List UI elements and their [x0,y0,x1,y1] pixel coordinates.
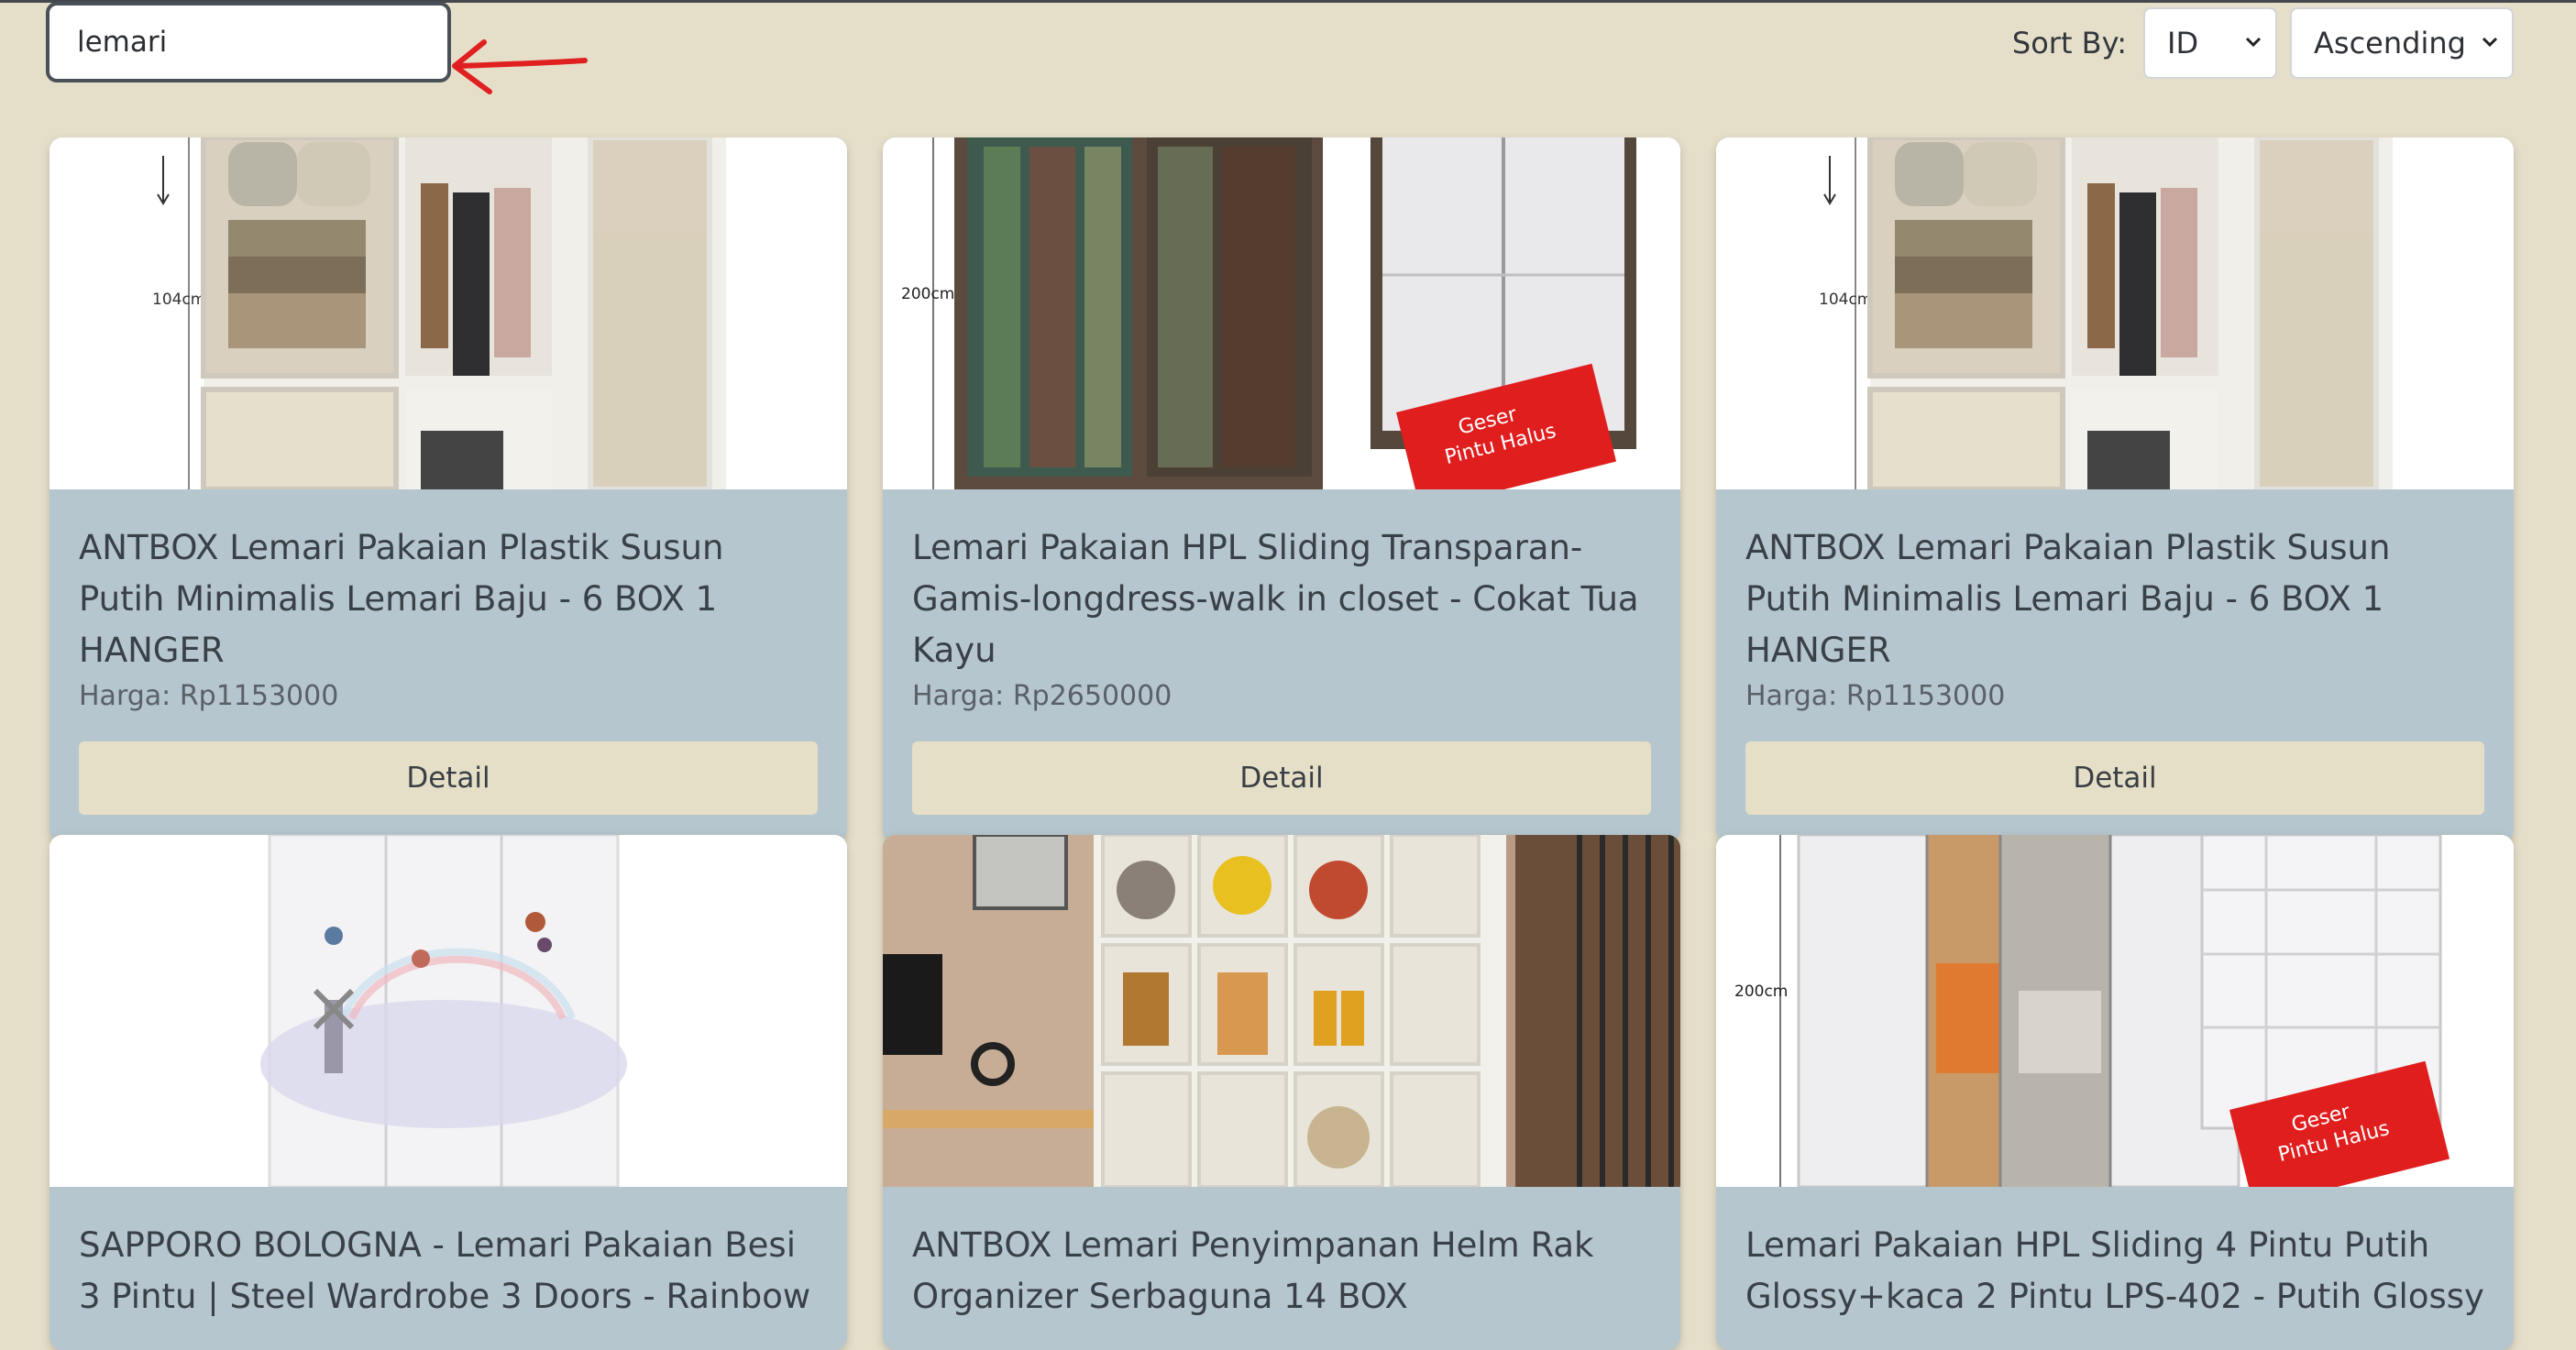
dimension-label: 200cm [1734,982,1788,1001]
product-title: Lemari Pakaian HPL Sliding Transparan-Ga… [912,528,1639,670]
annotation-arrow-icon [452,39,588,94]
dimension-label: 104cm [152,291,205,309]
sort-field-select[interactable]: ID [2143,7,2277,79]
product-image[interactable]: 104cm [50,137,847,489]
product-image[interactable]: 200cm Geser Pintu Halus [883,137,1680,489]
product-price: Harga: Rp1153000 [1745,680,2006,712]
product-image[interactable] [883,835,1680,1187]
product-card: SAPPORO BOLOGNA - Lemari Pakaian Besi 3 … [50,835,847,1350]
product-card: 200cm Geser Pintu Halus Lemari Pakaian H… [883,137,1680,842]
product-price: Harga: Rp2650000 [912,680,1172,712]
card-body: SAPPORO BOLOGNA - Lemari Pakaian Besi 3 … [50,1187,847,1350]
sort-order-value: Ascending [2314,26,2466,60]
detail-button[interactable]: Detail [912,741,1651,815]
search-container [46,2,451,82]
product-card: 104cm ANTBOX Lemari Pakaian Plastik Susu… [1716,137,2514,842]
product-image[interactable] [50,835,847,1187]
product-image[interactable]: 200cm Geser Pintu Halus [1716,835,2514,1187]
product-title: ANTBOX Lemari Pakaian Plastik Susun Puti… [1745,528,2391,670]
product-card: 104cm ANTBOX Lemari Pakaian Plastik Susu… [50,137,847,842]
product-card: 200cm Geser Pintu Halus Lemari Pakaian H… [1716,835,2514,1350]
dimension-label: 104cm [1819,291,1872,309]
product-card: ANTBOX Lemari Penyimpanan Helm Rak Organ… [883,835,1680,1350]
product-price: Harga: Rp1153000 [79,680,339,712]
chevron-down-icon [2245,37,2262,48]
card-body: Lemari Pakaian HPL Sliding Transparan-Ga… [883,489,1680,842]
product-title: Lemari Pakaian HPL Sliding 4 Pintu Putih… [1745,1225,2484,1316]
sort-by-label: Sort By: [2011,26,2127,60]
card-body: ANTBOX Lemari Penyimpanan Helm Rak Organ… [883,1187,1680,1350]
detail-button[interactable]: Detail [1745,741,2484,815]
card-body: ANTBOX Lemari Pakaian Plastik Susun Puti… [1716,489,2514,842]
search-input[interactable] [46,2,451,82]
card-body: Lemari Pakaian HPL Sliding 4 Pintu Putih… [1716,1187,2514,1350]
detail-button[interactable]: Detail [79,741,818,815]
product-title: ANTBOX Lemari Pakaian Plastik Susun Puti… [79,528,724,670]
product-image[interactable]: 104cm [1716,137,2514,489]
card-body: ANTBOX Lemari Pakaian Plastik Susun Puti… [50,489,847,842]
sort-order-select[interactable]: Ascending [2290,7,2514,79]
chevron-down-icon [2482,37,2498,48]
dimension-label: 200cm [901,285,954,303]
product-title: ANTBOX Lemari Penyimpanan Helm Rak Organ… [912,1225,1594,1316]
sort-field-value: ID [2167,26,2199,60]
product-title: SAPPORO BOLOGNA - Lemari Pakaian Besi 3 … [79,1225,811,1316]
sort-bar: Sort By: ID Ascending [2012,7,2514,79]
